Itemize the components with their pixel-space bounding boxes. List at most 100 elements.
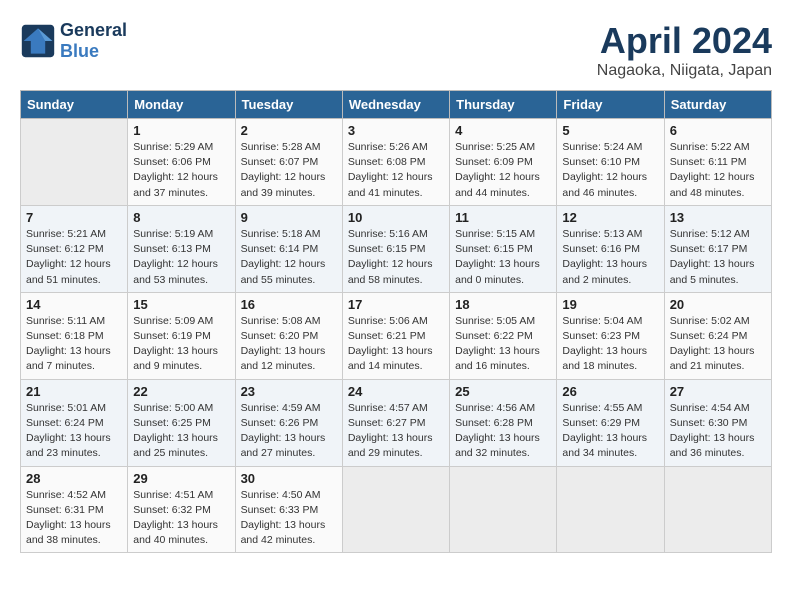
day-info: Sunrise: 5:13 AMSunset: 6:16 PMDaylight:… [562,227,658,288]
day-number: 23 [241,384,337,399]
day-cell: 8 Sunrise: 5:19 AMSunset: 6:13 PMDaylight… [128,205,235,292]
day-info: Sunrise: 4:54 AMSunset: 6:30 PMDaylight:… [670,401,766,462]
weekday-header-saturday: Saturday [664,91,771,119]
day-cell: 26Sunrise: 4:55 AMSunset: 6:29 PMDayligh… [557,379,664,466]
day-number: 16 [241,297,337,312]
day-cell: 25 Sunrise: 4:56 AMSunset: 6:28 PMDayligh… [450,379,557,466]
week-row-2: 7 Sunrise: 5:21 AMSunset: 6:12 PMDaylight… [21,205,772,292]
day-number: 9 [241,210,337,225]
day-cell: 10 Sunrise: 5:16 AMSunset: 6:15 PMDayligh… [342,205,449,292]
day-cell: 19Sunrise: 5:04 AMSunset: 6:23 PMDayligh… [557,292,664,379]
day-info: Sunrise: 5:08 AMSunset: 6:20 PMDaylight:… [241,314,337,375]
day-info: Sunrise: 4:56 AMSunset: 6:28 PMDaylight:… [455,401,551,462]
day-number: 2 [241,123,337,138]
day-number: 8 [133,210,229,225]
day-cell: 4 Sunrise: 5:25 AMSunset: 6:09 PMDaylight… [450,119,557,206]
day-number: 21 [26,384,122,399]
day-info: Sunrise: 4:59 AMSunset: 6:26 PMDaylight:… [241,401,337,462]
day-info: Sunrise: 5:01 AMSunset: 6:24 PMDaylight:… [26,401,122,462]
day-info: Sunrise: 4:57 AMSunset: 6:27 PMDaylight:… [348,401,444,462]
weekday-header-wednesday: Wednesday [342,91,449,119]
day-cell: 15Sunrise: 5:09 AMSunset: 6:19 PMDayligh… [128,292,235,379]
day-number: 27 [670,384,766,399]
day-cell [21,119,128,206]
day-info: Sunrise: 5:28 AMSunset: 6:07 PMDaylight:… [241,140,337,201]
day-info: Sunrise: 5:21 AMSunset: 6:12 PMDaylight:… [26,227,122,288]
day-info: Sunrise: 5:05 AMSunset: 6:22 PMDaylight:… [455,314,551,375]
day-number: 10 [348,210,444,225]
day-info: Sunrise: 5:02 AMSunset: 6:24 PMDaylight:… [670,314,766,375]
day-cell: 27 Sunrise: 4:54 AMSunset: 6:30 PMDayligh… [664,379,771,466]
day-info: Sunrise: 5:29 AMSunset: 6:06 PMDaylight:… [133,140,229,201]
day-cell: 7 Sunrise: 5:21 AMSunset: 6:12 PMDaylight… [21,205,128,292]
day-info: Sunrise: 5:22 AMSunset: 6:11 PMDaylight:… [670,140,766,201]
title-block: April 2024 Nagaoka, Niigata, Japan [597,20,772,80]
day-number: 24 [348,384,444,399]
week-row-4: 21 Sunrise: 5:01 AMSunset: 6:24 PMDayligh… [21,379,772,466]
logo-icon [20,23,56,59]
day-number: 17 [348,297,444,312]
day-cell: 18 Sunrise: 5:05 AMSunset: 6:22 PMDayligh… [450,292,557,379]
day-number: 1 [133,123,229,138]
day-number: 6 [670,123,766,138]
day-info: Sunrise: 4:50 AMSunset: 6:33 PMDaylight:… [241,488,337,549]
month-title: April 2024 [597,20,772,62]
day-info: Sunrise: 4:51 AMSunset: 6:32 PMDaylight:… [133,488,229,549]
day-cell: 23 Sunrise: 4:59 AMSunset: 6:26 PMDayligh… [235,379,342,466]
day-cell: 11Sunrise: 5:15 AMSunset: 6:15 PMDayligh… [450,205,557,292]
day-number: 22 [133,384,229,399]
day-info: Sunrise: 4:52 AMSunset: 6:31 PMDaylight:… [26,488,122,549]
weekday-header-sunday: Sunday [21,91,128,119]
day-cell: 12 Sunrise: 5:13 AMSunset: 6:16 PMDayligh… [557,205,664,292]
day-cell: 3Sunrise: 5:26 AMSunset: 6:08 PMDaylight… [342,119,449,206]
day-number: 29 [133,471,229,486]
day-cell: 21 Sunrise: 5:01 AMSunset: 6:24 PMDayligh… [21,379,128,466]
day-cell: 9 Sunrise: 5:18 AMSunset: 6:14 PMDaylight… [235,205,342,292]
day-number: 3 [348,123,444,138]
weekday-header-friday: Friday [557,91,664,119]
day-info: Sunrise: 5:12 AMSunset: 6:17 PMDaylight:… [670,227,766,288]
day-info: Sunrise: 5:18 AMSunset: 6:14 PMDaylight:… [241,227,337,288]
calendar-table: SundayMondayTuesdayWednesdayThursdayFrid… [20,90,772,553]
day-info: Sunrise: 5:19 AMSunset: 6:13 PMDaylight:… [133,227,229,288]
day-cell: 30Sunrise: 4:50 AMSunset: 6:33 PMDayligh… [235,466,342,553]
week-row-3: 14 Sunrise: 5:11 AMSunset: 6:18 PMDayligh… [21,292,772,379]
day-cell: 6 Sunrise: 5:22 AMSunset: 6:11 PMDaylight… [664,119,771,206]
weekday-header-row: SundayMondayTuesdayWednesdayThursdayFrid… [21,91,772,119]
day-cell [450,466,557,553]
day-info: Sunrise: 5:25 AMSunset: 6:09 PMDaylight:… [455,140,551,201]
page-header: General Blue April 2024 Nagaoka, Niigata… [20,20,772,80]
day-number: 25 [455,384,551,399]
day-cell: 24 Sunrise: 4:57 AMSunset: 6:27 PMDayligh… [342,379,449,466]
location: Nagaoka, Niigata, Japan [597,62,772,80]
day-number: 7 [26,210,122,225]
day-cell: 17Sunrise: 5:06 AMSunset: 6:21 PMDayligh… [342,292,449,379]
day-cell: 20 Sunrise: 5:02 AMSunset: 6:24 PMDayligh… [664,292,771,379]
day-cell: 28Sunrise: 4:52 AMSunset: 6:31 PMDayligh… [21,466,128,553]
day-info: Sunrise: 5:00 AMSunset: 6:25 PMDaylight:… [133,401,229,462]
day-cell [342,466,449,553]
day-info: Sunrise: 5:24 AMSunset: 6:10 PMDaylight:… [562,140,658,201]
day-number: 26 [562,384,658,399]
day-cell: 29 Sunrise: 4:51 AMSunset: 6:32 PMDayligh… [128,466,235,553]
week-row-5: 28Sunrise: 4:52 AMSunset: 6:31 PMDayligh… [21,466,772,553]
day-cell [664,466,771,553]
week-row-1: 1 Sunrise: 5:29 AMSunset: 6:06 PMDaylight… [21,119,772,206]
day-number: 13 [670,210,766,225]
day-number: 4 [455,123,551,138]
day-cell: 14 Sunrise: 5:11 AMSunset: 6:18 PMDayligh… [21,292,128,379]
weekday-header-tuesday: Tuesday [235,91,342,119]
day-number: 18 [455,297,551,312]
day-cell [557,466,664,553]
day-info: Sunrise: 5:15 AMSunset: 6:15 PMDaylight:… [455,227,551,288]
weekday-header-thursday: Thursday [450,91,557,119]
day-info: Sunrise: 5:11 AMSunset: 6:18 PMDaylight:… [26,314,122,375]
day-number: 12 [562,210,658,225]
day-number: 14 [26,297,122,312]
day-cell: 5Sunrise: 5:24 AMSunset: 6:10 PMDaylight… [557,119,664,206]
day-cell: 16 Sunrise: 5:08 AMSunset: 6:20 PMDayligh… [235,292,342,379]
logo-text: General Blue [60,20,127,62]
day-info: Sunrise: 5:16 AMSunset: 6:15 PMDaylight:… [348,227,444,288]
day-info: Sunrise: 5:04 AMSunset: 6:23 PMDaylight:… [562,314,658,375]
day-number: 20 [670,297,766,312]
